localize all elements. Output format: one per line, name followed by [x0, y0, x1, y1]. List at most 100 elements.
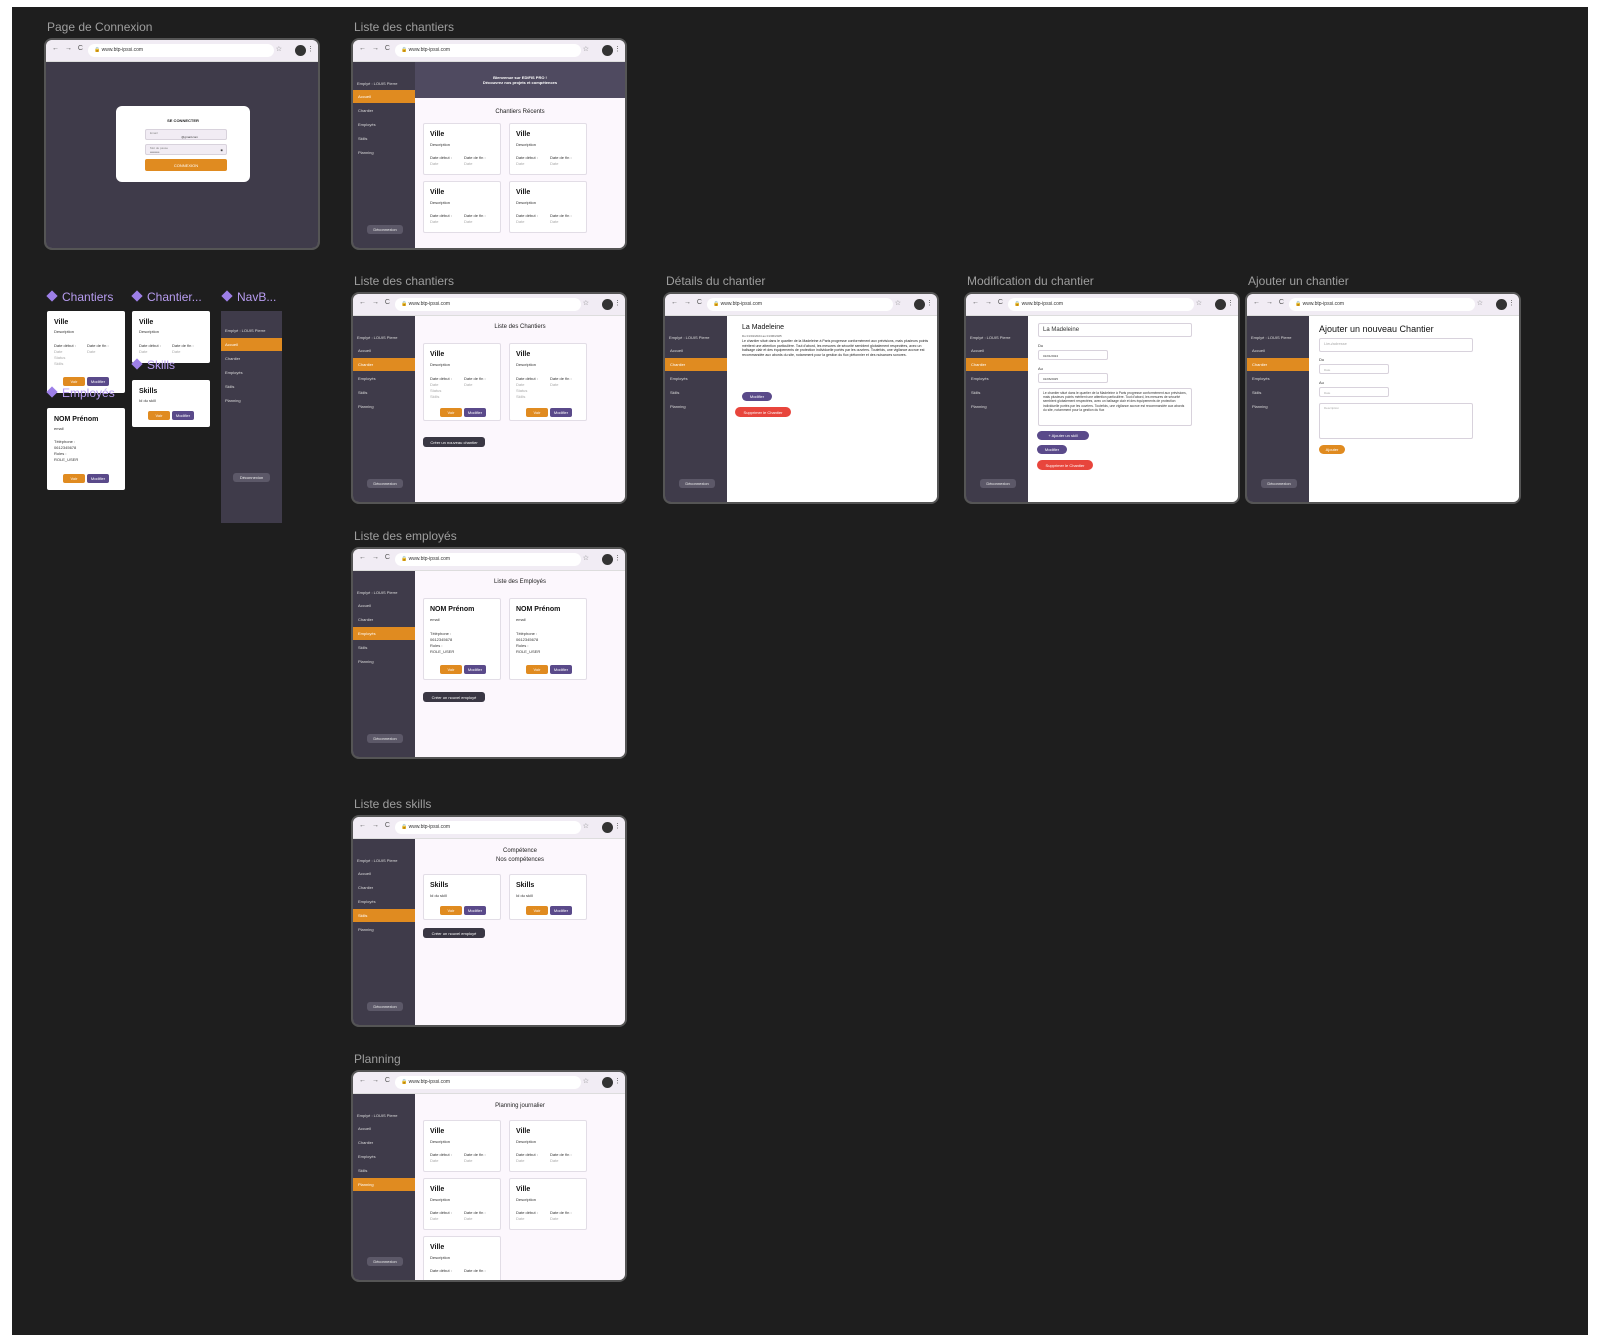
sidebar-item-skills[interactable]: Skills	[1247, 386, 1309, 399]
add-skill-button[interactable]: + Ajouter un skill	[1037, 431, 1089, 440]
logout-button[interactable]: Déconnexion	[367, 225, 403, 234]
browser-nav-icons[interactable]: ← → C	[359, 554, 392, 561]
voir-button[interactable]: Voir	[148, 411, 170, 420]
address-bar[interactable]: 🔒 www.btp-ipssi.com	[395, 553, 581, 566]
star-icon[interactable]: ☆	[583, 554, 589, 562]
kebab-menu-icon[interactable]: ⋮	[1227, 299, 1234, 307]
logout-button[interactable]: Déconnexion	[980, 479, 1016, 488]
star-icon[interactable]: ☆	[895, 299, 901, 307]
sidebar-item-employes[interactable]: Employés	[353, 895, 415, 908]
logout-button[interactable]: Déconnexion	[1261, 479, 1297, 488]
address-bar[interactable]: 🔒 www.btp-ipssi.com	[707, 298, 893, 311]
sidebar-item-accueil[interactable]: Accueil	[353, 867, 415, 880]
ajouter-button[interactable]: Ajouter	[1319, 445, 1345, 454]
chantier-name-field[interactable]: La Madeleine	[1038, 323, 1192, 337]
sidebar-item-chantier[interactable]: Chantier	[353, 1136, 415, 1149]
sidebar-item-planning[interactable]: Planning	[225, 398, 241, 403]
sidebar-item-planning[interactable]: Planning	[353, 1178, 415, 1191]
kebab-menu-icon[interactable]: ⋮	[614, 1077, 621, 1085]
password-field[interactable]: Mot de passe ••••••••• ◉	[145, 144, 227, 155]
sidebar-item-planning[interactable]: Planning	[1247, 400, 1309, 413]
sidebar-item-skills[interactable]: Skills	[353, 386, 415, 399]
sidebar-item-employes[interactable]: Employés	[353, 372, 415, 385]
modifier-button[interactable]: Modifier	[550, 665, 572, 674]
modifier-button[interactable]: Modifier	[1037, 445, 1067, 454]
sidebar-item-accueil[interactable]: Accueil	[1247, 344, 1309, 357]
sidebar-item-planning[interactable]: Planning	[353, 400, 415, 413]
sidebar-item-employes[interactable]: Employés	[1247, 372, 1309, 385]
date-fin-field[interactable]: Date	[1319, 387, 1389, 397]
sidebar-item-employes[interactable]: Employés	[665, 372, 727, 385]
create-skill-button[interactable]: Créer un nouvel employé	[423, 928, 485, 938]
voir-button[interactable]: Voir	[526, 906, 548, 915]
description-textarea[interactable]: Le chantier situé dans le quartier de la…	[1038, 388, 1192, 426]
create-chantier-button[interactable]: Créer un nouveau chantier	[423, 437, 485, 447]
profile-avatar[interactable]	[914, 299, 925, 310]
date-debut-field[interactable]: Date	[1319, 364, 1389, 374]
sidebar-item-skills[interactable]: Skills	[966, 386, 1028, 399]
modifier-button[interactable]: Modifier	[87, 377, 109, 386]
voir-button[interactable]: Voir	[526, 408, 548, 417]
logout-button[interactable]: Déconnexion	[367, 734, 403, 743]
browser-nav-icons[interactable]: ← → C	[359, 822, 392, 829]
sidebar-item-skills[interactable]: Skills	[353, 132, 415, 145]
sidebar-item-accueil[interactable]: Accueil	[665, 344, 727, 357]
profile-avatar[interactable]	[602, 1077, 613, 1088]
profile-avatar[interactable]	[1496, 299, 1507, 310]
voir-button[interactable]: Voir	[440, 906, 462, 915]
email-field[interactable]: Email @gmail.com	[145, 129, 227, 140]
star-icon[interactable]: ☆	[583, 299, 589, 307]
date-debut-field[interactable]: 01/01/2024	[1038, 350, 1108, 360]
voir-button[interactable]: Voir	[63, 377, 85, 386]
modifier-button[interactable]: Modifier	[172, 411, 194, 420]
kebab-menu-icon[interactable]: ⋮	[614, 45, 621, 53]
connexion-button[interactable]: CONNEXION	[145, 159, 227, 171]
delete-chantier-button[interactable]: Supprimer le Chantier	[1037, 460, 1093, 470]
browser-nav-icons[interactable]: ← → C	[359, 299, 392, 306]
voir-button[interactable]: Voir	[440, 408, 462, 417]
modifier-button[interactable]: Modifier	[742, 392, 772, 401]
address-bar[interactable]: 🔒 www.btp-ipssi.com	[395, 298, 581, 311]
profile-avatar[interactable]	[1215, 299, 1226, 310]
star-icon[interactable]: ☆	[583, 822, 589, 830]
description-textarea[interactable]: Description	[1319, 403, 1473, 439]
browser-nav-icons[interactable]: ← → C	[52, 45, 85, 52]
kebab-menu-icon[interactable]: ⋮	[614, 299, 621, 307]
address-bar[interactable]: 🔒 www.btp-ipssi.com	[395, 821, 581, 834]
sidebar-item-skills[interactable]: Skills	[225, 384, 234, 389]
sidebar-item-planning[interactable]: Planning	[353, 655, 415, 668]
sidebar-item-skills[interactable]: Skills	[353, 1164, 415, 1177]
browser-nav-icons[interactable]: ← → C	[359, 45, 392, 52]
browser-nav-icons[interactable]: ← → C	[671, 299, 704, 306]
star-icon[interactable]: ☆	[583, 45, 589, 53]
logout-button[interactable]: Déconnexion	[367, 1257, 403, 1266]
profile-avatar[interactable]	[602, 554, 613, 565]
sidebar-item-chantier[interactable]: Chantier	[353, 104, 415, 117]
browser-nav-icons[interactable]: ← → C	[972, 299, 1005, 306]
star-icon[interactable]: ☆	[583, 1077, 589, 1085]
sidebar-item-chantier[interactable]: Chantier	[353, 881, 415, 894]
sidebar-item-accueil[interactable]: Accueil	[353, 90, 415, 103]
sidebar-item-employes[interactable]: Employés	[353, 627, 415, 640]
sidebar-item-employes[interactable]: Employés	[353, 118, 415, 131]
kebab-menu-icon[interactable]: ⋮	[926, 299, 933, 307]
modifier-button[interactable]: Modifier	[550, 906, 572, 915]
eye-icon[interactable]: ◉	[220, 148, 223, 152]
sidebar-item-accueil[interactable]: Accueil	[353, 1122, 415, 1135]
modifier-button[interactable]: Modifier	[464, 408, 486, 417]
sidebar-item-accueil[interactable]: Accueil	[353, 599, 415, 612]
sidebar-item-accueil[interactable]: Accueil	[353, 344, 415, 357]
sidebar-item-chantier[interactable]: Chantier	[225, 356, 240, 361]
address-bar[interactable]: 🔒 www.btp-ipssi.com	[1289, 298, 1475, 311]
kebab-menu-icon[interactable]: ⋮	[614, 822, 621, 830]
address-bar[interactable]: 🔒 www.btp-ipssi.com	[1008, 298, 1194, 311]
logout-button[interactable]: Déconnexion	[233, 473, 270, 482]
voir-button[interactable]: Voir	[440, 665, 462, 674]
sidebar-item-planning[interactable]: Planning	[665, 400, 727, 413]
sidebar-item-employes[interactable]: Employés	[225, 370, 243, 375]
sidebar-item-employes[interactable]: Employés	[966, 372, 1028, 385]
modifier-button[interactable]: Modifier	[464, 665, 486, 674]
sidebar-item-skills[interactable]: Skills	[353, 641, 415, 654]
sidebar-item-planning[interactable]: Planning	[353, 146, 415, 159]
browser-nav-icons[interactable]: ← → C	[359, 1077, 392, 1084]
